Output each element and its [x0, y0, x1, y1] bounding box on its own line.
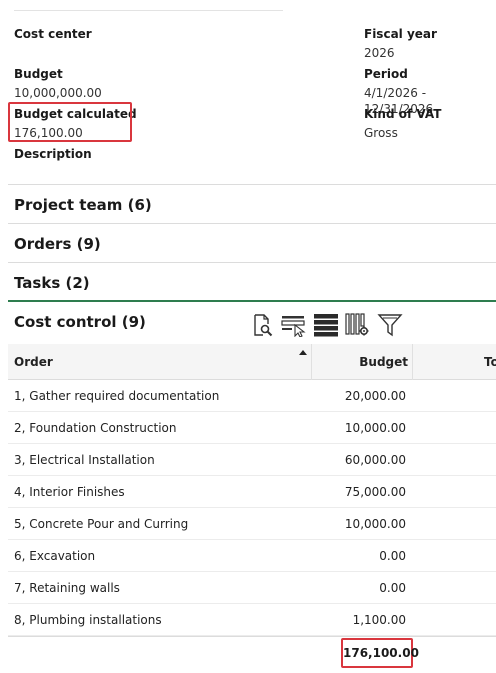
column-header-order[interactable]: Order: [14, 344, 53, 380]
field-budget: Budget 10,000,000.00: [14, 66, 102, 101]
select-row-icon[interactable]: [278, 311, 310, 339]
section-divider: [8, 223, 496, 224]
budget-value: 10,000,000.00: [14, 86, 102, 100]
section-cost-control[interactable]: Cost control (9): [14, 312, 146, 332]
budget-cell: 60,000.00: [344, 453, 406, 467]
section-tasks[interactable]: Tasks (2): [14, 273, 90, 293]
rows-icon[interactable]: [310, 311, 342, 339]
order-cell: 1, Gather required documentation: [14, 389, 220, 403]
search-document-icon[interactable]: [246, 311, 278, 339]
fiscal-year-value: 2026: [364, 46, 395, 60]
kind-of-vat-value: Gross: [364, 126, 398, 140]
budget-cell: 10,000.00: [344, 517, 406, 531]
table-toolbar: [246, 311, 406, 339]
field-fiscal-year: Fiscal year 2026: [364, 26, 437, 61]
cost-center-label: Cost center: [14, 27, 92, 41]
table-row[interactable]: 3, Electrical Installation 60,000.00: [8, 444, 496, 476]
order-cell: 7, Retaining walls: [14, 581, 120, 595]
table-row[interactable]: 1, Gather required documentation 20,000.…: [8, 380, 496, 412]
order-cell: 8, Plumbing installations: [14, 613, 162, 627]
table-header: Order Budget To: [8, 344, 496, 380]
section-divider: [8, 184, 496, 185]
fiscal-year-label: Fiscal year: [364, 27, 437, 41]
section-divider: [8, 262, 496, 263]
field-description: Description: [14, 146, 92, 165]
order-cell: 2, Foundation Construction: [14, 421, 177, 435]
section-orders[interactable]: Orders (9): [14, 234, 101, 254]
active-section-divider: [8, 300, 496, 302]
order-cell: 6, Excavation: [14, 549, 96, 563]
budget-cell: 1,100.00: [352, 613, 406, 627]
order-cell: 4, Interior Finishes: [14, 485, 125, 499]
budget-label: Budget: [14, 67, 63, 81]
section-project-team[interactable]: Project team (6): [14, 195, 152, 215]
budget-cell: 10,000.00: [344, 421, 406, 435]
total-divider: [8, 636, 496, 637]
order-cell: 5, Concrete Pour and Curring: [14, 517, 189, 531]
order-cell: 3, Electrical Installation: [14, 453, 155, 467]
table-row[interactable]: 8, Plumbing installations 1,100.00: [8, 604, 496, 636]
budget-cell: 75,000.00: [344, 485, 406, 499]
kind-of-vat-label: Kind of VAT: [364, 107, 442, 121]
sort-ascending-icon[interactable]: [299, 350, 307, 355]
budget-cell: 0.00: [379, 581, 406, 595]
budget-cell: 0.00: [379, 549, 406, 563]
description-label: Description: [14, 147, 92, 161]
table-row[interactable]: 5, Concrete Pour and Curring 10,000.00: [8, 508, 496, 540]
table-row[interactable]: 7, Retaining walls 0.00: [8, 572, 496, 604]
field-kind-of-vat: Kind of VAT Gross: [364, 106, 441, 141]
table-row[interactable]: 4, Interior Finishes 75,000.00: [8, 476, 496, 508]
budget-calculated-highlight: [8, 102, 132, 142]
top-divider: [14, 10, 283, 11]
table-row[interactable]: 6, Excavation 0.00: [8, 540, 496, 572]
filter-icon[interactable]: [374, 311, 406, 339]
column-divider: [412, 344, 413, 380]
table-row[interactable]: 2, Foundation Construction 10,000.00: [8, 412, 496, 444]
column-header-to[interactable]: To: [484, 344, 496, 380]
field-cost-center: Cost center: [14, 26, 92, 45]
column-settings-icon[interactable]: [342, 311, 374, 339]
column-header-budget[interactable]: Budget: [312, 344, 408, 380]
budget-cell: 20,000.00: [344, 389, 406, 403]
budget-total: 176,100.00: [341, 638, 419, 668]
period-label: Period: [364, 67, 408, 81]
